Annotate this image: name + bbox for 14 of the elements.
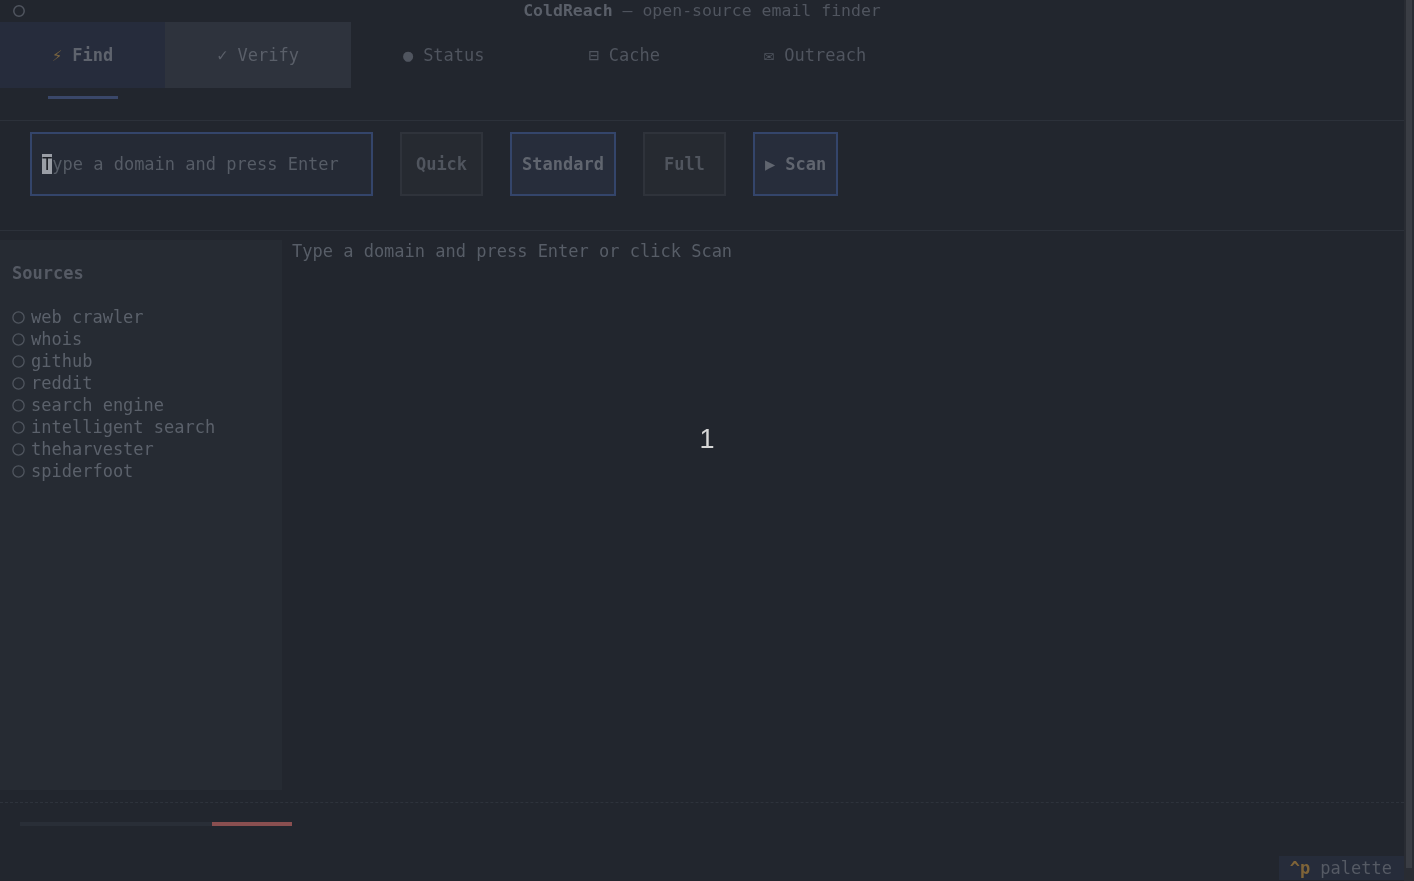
source-label: github [31, 350, 93, 372]
source-label: intelligent search [31, 416, 216, 438]
source-label: search engine [31, 394, 165, 416]
source-label: web crawler [31, 306, 144, 328]
source-label: reddit [31, 372, 93, 394]
overlay-number: 1 [699, 423, 715, 455]
source-label: theharvester [31, 438, 154, 460]
scan-button[interactable]: ▶ Scan [752, 132, 839, 196]
circle-icon[interactable] [13, 5, 25, 17]
tab[interactable]: ⚡ Find [0, 22, 166, 88]
hint-message: Type a domain and press Enter or click Scan [292, 240, 733, 262]
source-label: spiderfoot [31, 460, 134, 482]
source-label: whois [31, 328, 83, 350]
mode-button[interactable]: Standard [510, 132, 616, 196]
